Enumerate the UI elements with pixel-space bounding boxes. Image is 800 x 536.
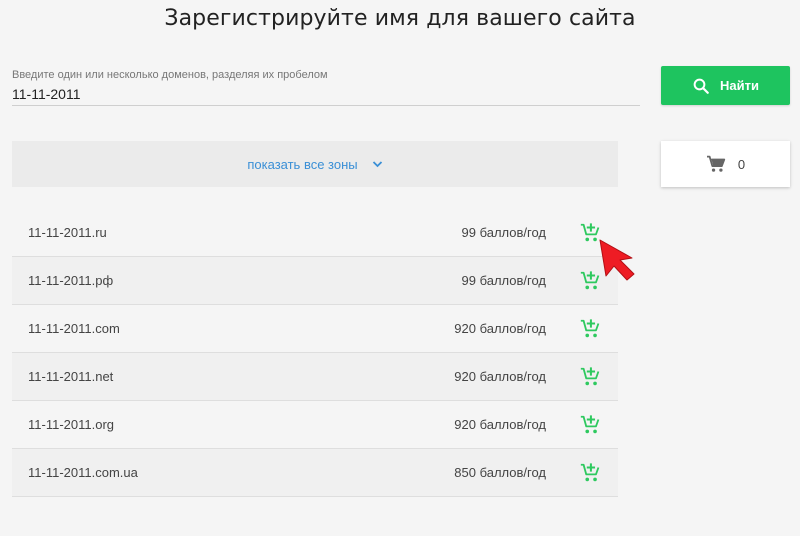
domain-name: 11-11-2011.ru <box>28 225 107 240</box>
domain-name: 11-11-2011.рф <box>28 273 114 288</box>
domain-price: 99 баллов/год <box>461 225 547 240</box>
cart-count: 0 <box>737 156 746 172</box>
find-button-label: Найти <box>720 78 759 93</box>
domain-row: 11-11-2011.com 920 баллов/год <box>12 305 618 353</box>
cart-button[interactable]: 0 <box>661 141 790 187</box>
show-all-zones-toggle[interactable]: показать все зоны <box>12 141 618 187</box>
search-icon <box>693 78 709 94</box>
domain-price: 920 баллов/год <box>454 417 546 432</box>
find-button[interactable]: Найти <box>661 66 790 105</box>
mouse-pointer-arrow <box>599 239 635 281</box>
domain-search-input[interactable] <box>12 84 640 104</box>
add-to-cart-icon[interactable] <box>579 462 601 484</box>
domain-search-field[interactable]: Введите один или несколько доменов, разд… <box>12 68 640 106</box>
domain-row: 11-11-2011.org 920 баллов/год <box>12 401 618 449</box>
page-title: Зарегистрируйте имя для вашего сайта <box>164 6 636 31</box>
domain-row: 11-11-2011.рф 99 баллов/год <box>12 257 618 305</box>
domain-name: 11-11-2011.org <box>28 417 115 432</box>
chevron-down-icon <box>372 161 382 168</box>
cart-icon <box>706 155 726 172</box>
add-to-cart-icon[interactable] <box>579 414 601 436</box>
add-to-cart-icon[interactable] <box>579 366 601 388</box>
domain-price: 920 баллов/год <box>454 369 546 384</box>
domain-name: 11-11-2011.net <box>28 369 114 384</box>
domain-name: 11-11-2011.com <box>28 321 120 336</box>
domain-price: 920 баллов/год <box>454 321 546 336</box>
domain-registration-page: Зарегистрируйте имя для вашего сайта Вве… <box>0 0 800 536</box>
domain-row: 11-11-2011.ru 99 баллов/год <box>12 209 618 257</box>
domain-name: 11-11-2011.com.ua <box>28 465 138 480</box>
show-all-zones-label: показать все зоны <box>247 156 358 172</box>
domain-row: 11-11-2011.net 920 баллов/год <box>12 353 618 401</box>
domain-results-list: 11-11-2011.ru 99 баллов/год 11-11-2011.р… <box>12 209 618 497</box>
domain-price: 850 баллов/год <box>454 465 546 480</box>
add-to-cart-icon[interactable] <box>579 318 601 340</box>
domain-row: 11-11-2011.com.ua 850 баллов/год <box>12 449 618 497</box>
search-hint-label: Введите один или несколько доменов, разд… <box>12 69 328 81</box>
domain-price: 99 баллов/год <box>461 273 547 288</box>
